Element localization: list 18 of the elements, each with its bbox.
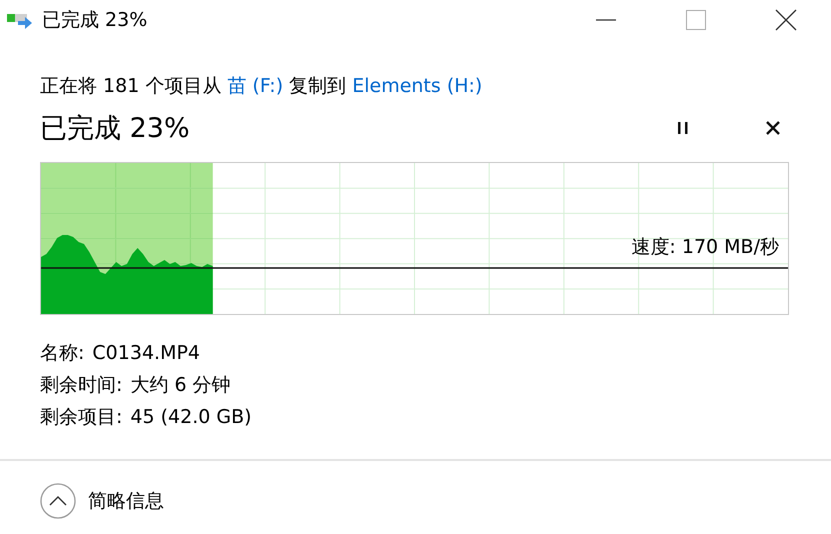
detail-label: 剩余项目: bbox=[40, 405, 122, 430]
destination-link[interactable]: Elements (H:) bbox=[352, 75, 482, 97]
details-toggle[interactable]: 简略信息 bbox=[40, 483, 164, 519]
pause-icon bbox=[676, 121, 690, 135]
detail-value: 45 (42.0 GB) bbox=[130, 406, 252, 428]
detail-value: 大约 6 分钟 bbox=[130, 373, 231, 398]
speed-reading: 速度: 170 MB/秒 bbox=[631, 235, 779, 260]
window-title: 已完成 23% bbox=[42, 8, 148, 33]
close-icon bbox=[775, 9, 797, 31]
progress-heading: 已完成 23% bbox=[40, 112, 191, 146]
detail-label: 名称: bbox=[40, 341, 84, 366]
detail-value: C0134.MP4 bbox=[92, 342, 200, 364]
detail-label: 剩余时间: bbox=[40, 373, 122, 398]
source-link[interactable]: 苗 (F:) bbox=[227, 75, 284, 97]
close-icon bbox=[765, 120, 781, 136]
maximize-icon bbox=[685, 9, 707, 31]
minimize-icon bbox=[596, 19, 616, 21]
copy-status-text: 正在将 181 个项目从 苗 (F:) 复制到 Elements (H:) bbox=[40, 74, 484, 99]
